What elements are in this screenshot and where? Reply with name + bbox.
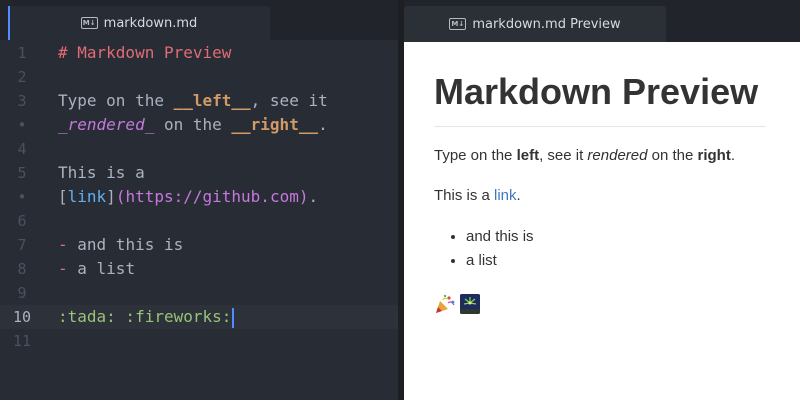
editor-line[interactable]: 9 (0, 281, 398, 305)
line-code: [link](https://github.com). (58, 185, 318, 209)
text: . (516, 187, 521, 204)
preview-paragraph-1: Type on the left, see it rendered on the… (434, 145, 766, 167)
line-code: Type on the __left__, see it (58, 89, 328, 113)
bold-text: left (516, 147, 540, 164)
markdown-icon: M↓ (80, 17, 98, 29)
line-code: - a list (58, 257, 135, 281)
editor-line[interactable]: 1 # Markdown Preview (0, 41, 398, 65)
line-number: 3 (17, 92, 27, 110)
code-token: , see it (250, 91, 328, 110)
code-token: __left__ (173, 91, 251, 110)
preview-paragraph-2: This is a link. (434, 185, 766, 207)
line-code: This is a (58, 161, 145, 185)
preview-heading: Markdown Preview (434, 72, 766, 127)
editor-line[interactable]: 8 - a list (0, 257, 398, 281)
editor-line[interactable]: • _rendered_ on the __right__. (0, 113, 398, 137)
code-token: - (58, 235, 68, 254)
list-item: a list (466, 249, 766, 273)
text: Type on the (434, 147, 517, 164)
markdown-icon: M↓ (449, 18, 467, 30)
preview-list: and this is a list (434, 225, 766, 273)
line-number: 7 (17, 236, 27, 254)
editor-line[interactable]: 6 (0, 209, 398, 233)
line-number: 2 (17, 68, 27, 86)
italic-text: rendered (587, 147, 648, 164)
text: This is a (434, 187, 495, 204)
code-token: . (318, 115, 328, 134)
line-number: 8 (17, 260, 27, 278)
preview-link[interactable]: link (494, 187, 517, 204)
tab-markdown-md[interactable]: M↓ markdown.md (8, 6, 270, 40)
code-token: [ (58, 187, 68, 206)
line-code: # Markdown Preview (58, 41, 231, 65)
fireworks-emoji (460, 294, 480, 314)
code-token: :tada: :fireworks: (58, 307, 232, 326)
code-token: (https://github.com) (115, 187, 309, 206)
line-code: - and this is (58, 233, 183, 257)
tab-markdown-preview[interactable]: M↓ markdown.md Preview (404, 6, 666, 42)
editor-tab-bar: M↓ markdown.md (0, 0, 398, 40)
code-token: _rendered_ (58, 115, 155, 134)
line-number: 11 (12, 332, 32, 350)
code-token: This is a (58, 163, 145, 182)
editor-line-current[interactable]: 10 :tada: :fireworks: (0, 305, 398, 329)
tab-title: markdown.md (103, 15, 198, 31)
line-number: 5 (17, 164, 27, 182)
text: on the (647, 147, 698, 164)
code-token: # Markdown Preview (58, 43, 232, 62)
line-number: • (17, 188, 27, 206)
tada-emoji (436, 294, 455, 313)
line-number: 4 (17, 140, 27, 158)
preview-tab-bar: M↓ markdown.md Preview (404, 0, 800, 42)
code-token: Type on the (58, 91, 174, 110)
line-number: 1 (17, 44, 27, 62)
text: . (730, 147, 736, 164)
editor-line[interactable]: 4 (0, 137, 398, 161)
editor-line[interactable]: 7 - and this is (0, 233, 398, 257)
editor-line[interactable]: 5 This is a (0, 161, 398, 185)
code-token: link (67, 187, 107, 206)
line-number: • (17, 116, 27, 134)
editor-line[interactable]: 2 (0, 65, 398, 89)
active-tab-indicator (8, 6, 10, 40)
editor-pane[interactable]: M↓ markdown.md 1 # Markdown Preview 2 3 Type… (0, 0, 398, 400)
tab-title: markdown.md Preview (472, 16, 621, 32)
text-cursor (232, 307, 235, 328)
code-token: - (58, 259, 68, 278)
code-token: on the (154, 115, 232, 134)
list-item: and this is (466, 225, 766, 249)
line-number: 9 (17, 284, 27, 302)
line-code: _rendered_ on the __right__. (58, 113, 328, 137)
editor-line[interactable]: 3 Type on the __left__, see it (0, 89, 398, 113)
code-token: ] (106, 187, 116, 206)
code-token: and this is (67, 235, 184, 254)
text: , see it (539, 147, 588, 164)
bold-text: right (697, 147, 731, 164)
line-number: 10 (12, 308, 32, 326)
code-editor[interactable]: 1 # Markdown Preview 2 3 Type on the __left_… (0, 40, 398, 400)
emoji-row (434, 293, 766, 315)
code-token: a list (67, 259, 136, 278)
code-token: . (308, 187, 319, 206)
preview-pane[interactable]: M↓ markdown.md Preview Markdown Preview … (404, 0, 800, 400)
editor-line[interactable]: • [link](https://github.com). (0, 185, 398, 209)
preview-content: Markdown Preview Type on the left, see i… (434, 72, 766, 315)
line-number: 6 (17, 212, 27, 230)
editor-line[interactable]: 11 (0, 329, 398, 353)
code-token: __right__ (231, 115, 319, 134)
line-code: :tada: :fireworks: (58, 305, 235, 329)
